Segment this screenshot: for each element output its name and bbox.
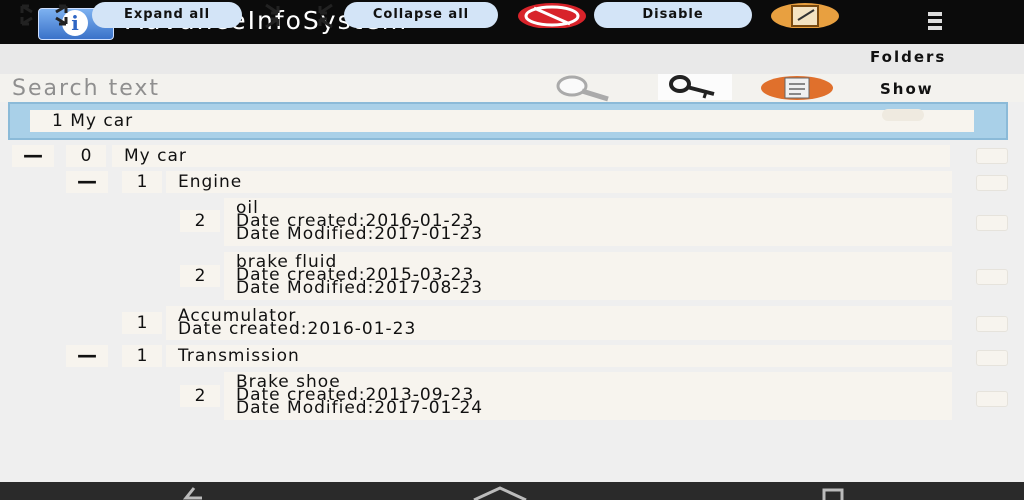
level-number: 2 — [180, 265, 220, 287]
node-text: Accumulator Date created:2016-01-23 — [166, 306, 952, 339]
tree-node-transmission[interactable]: Transmission — [166, 345, 952, 367]
level-number: 1 — [122, 312, 162, 334]
tree-node-my-car[interactable]: My car — [112, 145, 950, 167]
expand-arrows-icon[interactable] — [18, 2, 70, 28]
tree-node-accumulator[interactable]: Accumulator Date created:2016-01-23 — [166, 306, 952, 340]
tree-view: — 0 My car — 1 Engine 2 oil Date created… — [0, 140, 1024, 480]
folders-button[interactable]: Folders — [870, 48, 946, 66]
tree-node-oil[interactable]: oil Date created:2016-01-23 Date Modifie… — [224, 198, 952, 246]
date-modified: Date Modified:2017-01-23 — [236, 224, 484, 244]
notepad-icon[interactable] — [770, 2, 840, 28]
node-label: My car — [124, 146, 187, 166]
level-number: 2 — [180, 210, 220, 232]
disable-button[interactable]: Disable — [594, 2, 752, 28]
node-text: brake fluid Date created:2015-03-23 Date… — [224, 252, 952, 298]
document-icon[interactable] — [760, 75, 834, 101]
date-modified: Date Modified:2017-01-24 — [236, 398, 484, 418]
tree-node-brake-shoe[interactable]: Brake shoe Date created:2013-09-23 Date … — [224, 372, 952, 420]
recents-icon[interactable] — [820, 484, 846, 500]
collapse-toggle[interactable]: — — [12, 145, 54, 167]
row-checkbox[interactable] — [976, 148, 1008, 164]
tree-node-engine[interactable]: Engine — [166, 171, 952, 193]
show-button[interactable]: Show — [880, 80, 934, 98]
row-checkbox[interactable] — [976, 391, 1008, 407]
no-sign-icon[interactable] — [516, 2, 588, 28]
level-number: 0 — [66, 145, 106, 167]
collapse-arrows-icon[interactable] — [262, 2, 336, 28]
row-checkbox[interactable] — [976, 175, 1008, 191]
date-modified: Date Modified:2017-08-23 — [236, 278, 484, 298]
node-text: oil Date created:2016-01-23 Date Modifie… — [224, 198, 952, 244]
key-icon[interactable] — [658, 74, 732, 100]
node-text: Brake shoe Date created:2013-09-23 Date … — [224, 372, 952, 418]
level-number: 2 — [180, 385, 220, 407]
breadcrumb-toggle[interactable] — [882, 109, 924, 121]
level-number: 1 — [122, 171, 162, 193]
row-checkbox[interactable] — [976, 350, 1008, 366]
back-icon[interactable] — [180, 484, 206, 500]
search-input[interactable] — [6, 74, 546, 102]
collapse-all-button[interactable]: Collapse all — [344, 2, 498, 28]
system-nav-bar — [0, 482, 1024, 500]
row-checkbox[interactable] — [976, 269, 1008, 285]
row-checkbox[interactable] — [976, 316, 1008, 332]
level-number: 1 — [122, 345, 162, 367]
breadcrumb-label: 1 My car — [30, 110, 974, 132]
collapse-toggle[interactable]: — — [66, 345, 108, 367]
home-icon[interactable] — [470, 484, 530, 500]
expand-all-button[interactable]: Expand all — [92, 2, 242, 28]
magnifier-icon[interactable] — [544, 74, 614, 102]
collapse-toggle[interactable]: — — [66, 171, 108, 193]
date-created: Date created:2016-01-23 — [178, 319, 417, 339]
tree-node-brake-fluid[interactable]: brake fluid Date created:2015-03-23 Date… — [224, 252, 952, 300]
node-label: Engine — [178, 172, 243, 192]
row-checkbox[interactable] — [976, 215, 1008, 231]
node-label: Transmission — [178, 346, 300, 366]
overflow-menu-icon[interactable] — [928, 12, 942, 32]
breadcrumb[interactable]: 1 My car — [8, 102, 1008, 140]
